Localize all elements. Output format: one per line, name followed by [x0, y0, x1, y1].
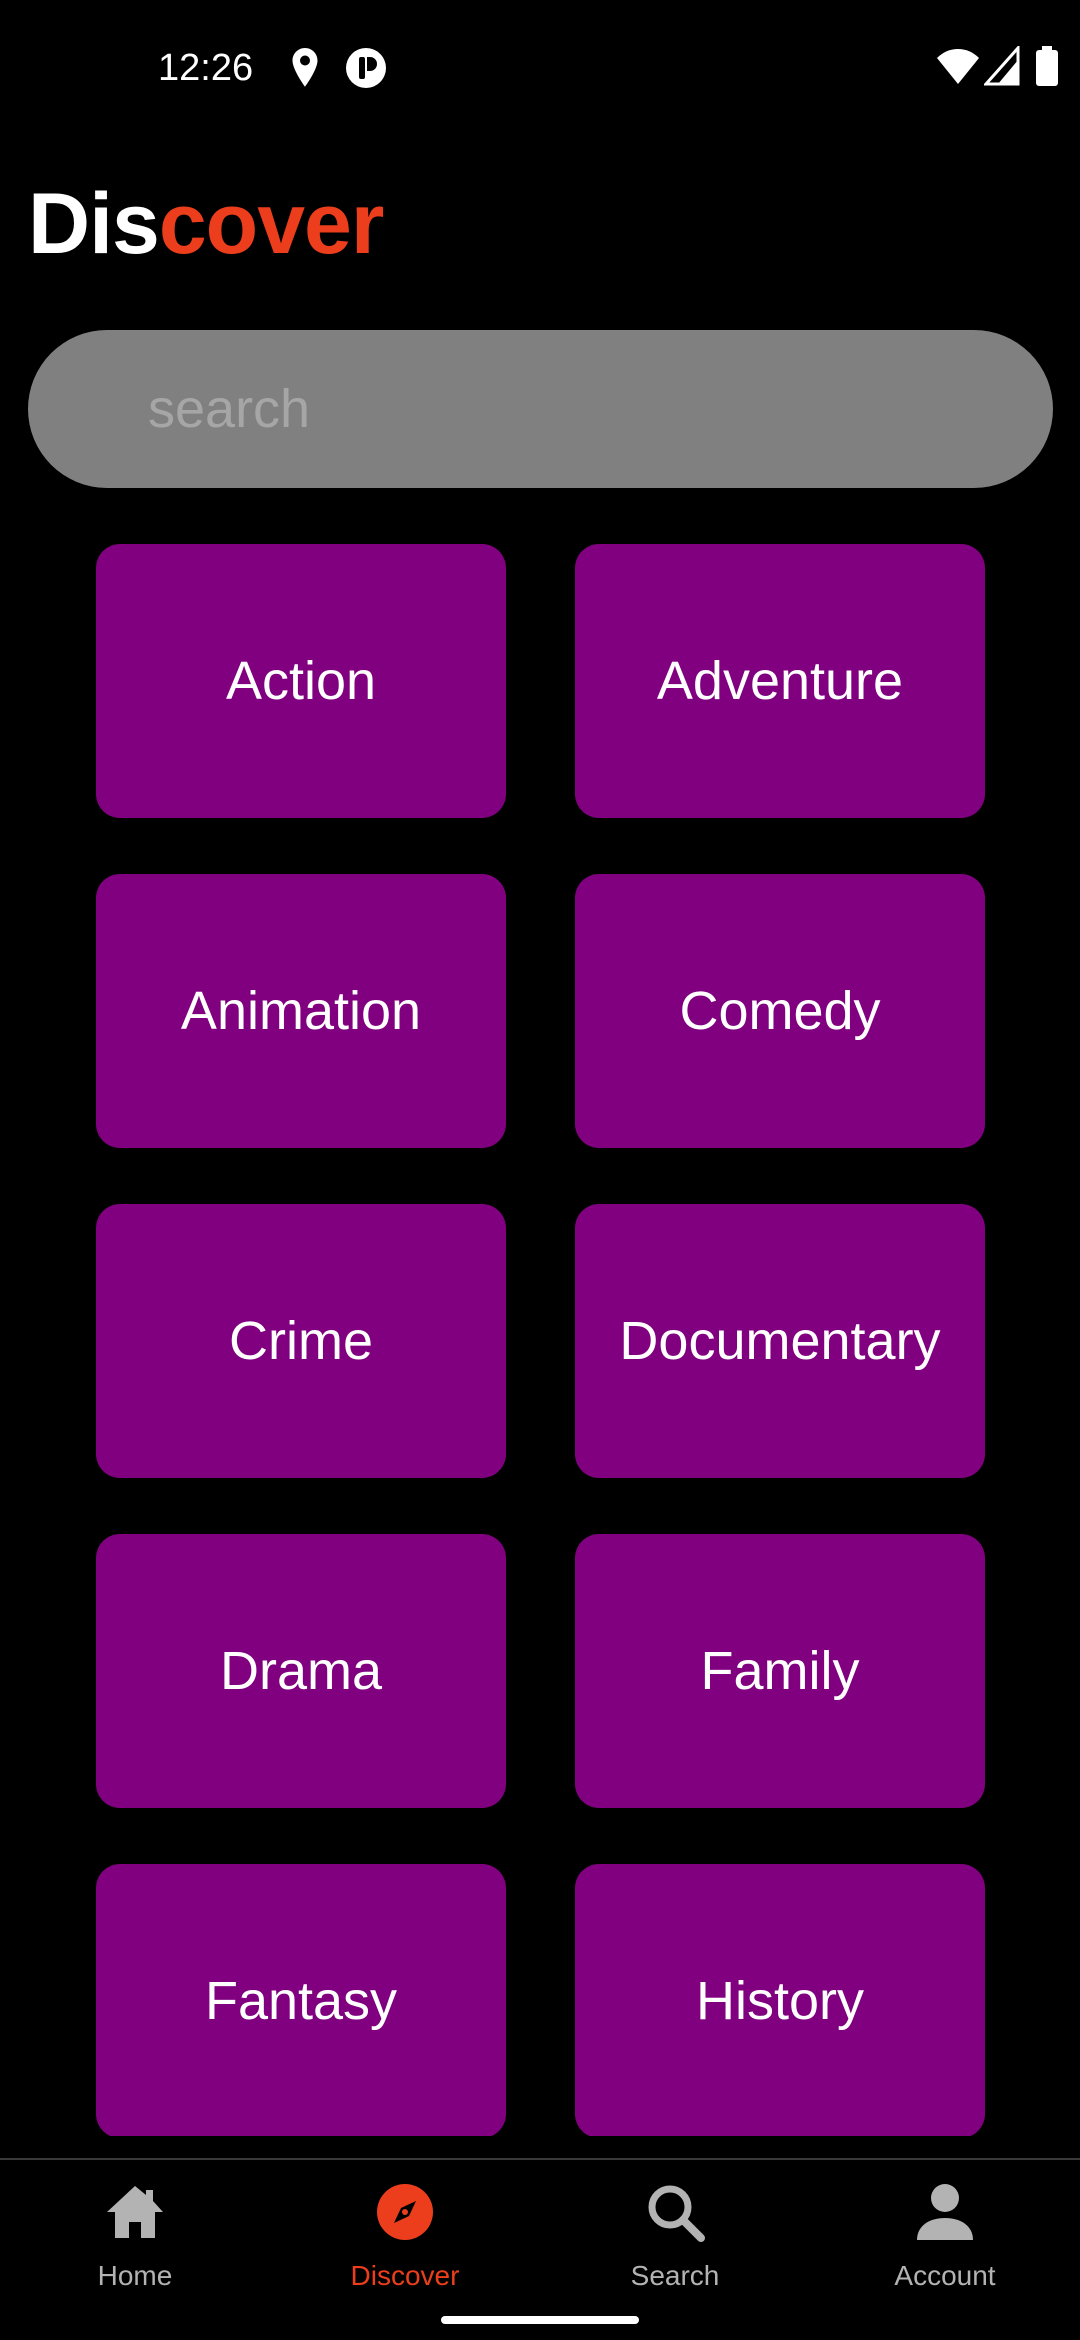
genre-label: Fantasy — [204, 1971, 398, 2031]
compass-icon — [375, 2182, 435, 2242]
search-input[interactable] — [148, 330, 1008, 488]
genre-tile-history[interactable]: History — [575, 1864, 985, 2136]
page-title-part2: cover — [158, 176, 384, 272]
signal-icon — [984, 46, 1020, 90]
app-notification-icon — [344, 46, 388, 90]
genre-tile-animation[interactable]: Animation — [96, 874, 506, 1148]
genre-tile-comedy[interactable]: Comedy — [575, 874, 985, 1148]
nav-item-search[interactable]: Search — [540, 2160, 810, 2320]
genre-label: Action — [225, 651, 377, 711]
genre-tile-family[interactable]: Family — [575, 1534, 985, 1808]
nav-label-search: Search — [630, 2260, 720, 2291]
genre-tile-adventure[interactable]: Adventure — [575, 544, 985, 818]
genre-tile-crime[interactable]: Crime — [96, 1204, 506, 1478]
genre-label: Documentary — [619, 1311, 941, 1371]
home-icon — [105, 2182, 165, 2242]
genre-grid: Action Adventure Animation Comedy Crime … — [96, 544, 986, 2136]
page-title-part1: Dis — [28, 176, 160, 272]
nav-item-account[interactable]: Account — [810, 2160, 1080, 2320]
genre-tile-drama[interactable]: Drama — [96, 1534, 506, 1808]
search-box[interactable] — [28, 330, 1053, 488]
nav-item-home[interactable]: Home — [0, 2160, 270, 2320]
genre-tile-documentary[interactable]: Documentary — [575, 1204, 985, 1478]
genre-label: Animation — [180, 981, 422, 1041]
page-title: Discover — [28, 172, 384, 276]
genre-label: Family — [700, 1641, 860, 1701]
search-icon — [645, 2182, 705, 2242]
account-icon — [915, 2182, 975, 2242]
genre-label: Adventure — [656, 651, 904, 711]
genre-label: Drama — [219, 1641, 383, 1701]
location-icon — [290, 46, 320, 90]
status-bar: 12:26 — [0, 0, 1080, 136]
genre-label: Comedy — [679, 981, 881, 1041]
nav-label-discover: Discover — [350, 2260, 460, 2291]
battery-icon — [1036, 46, 1058, 90]
status-time: 12:26 — [158, 47, 254, 89]
genre-label: Crime — [229, 1311, 373, 1371]
bottom-nav: Home Discover Search Account — [0, 2158, 1080, 2340]
gesture-handle[interactable] — [441, 2316, 639, 2324]
nav-label-home: Home — [97, 2260, 173, 2291]
nav-label-account: Account — [894, 2260, 996, 2291]
genre-label: History — [695, 1971, 864, 2031]
nav-item-discover[interactable]: Discover — [270, 2160, 540, 2320]
genre-tile-fantasy[interactable]: Fantasy — [96, 1864, 506, 2136]
wifi-icon — [936, 46, 980, 90]
genre-tile-action[interactable]: Action — [96, 544, 506, 818]
